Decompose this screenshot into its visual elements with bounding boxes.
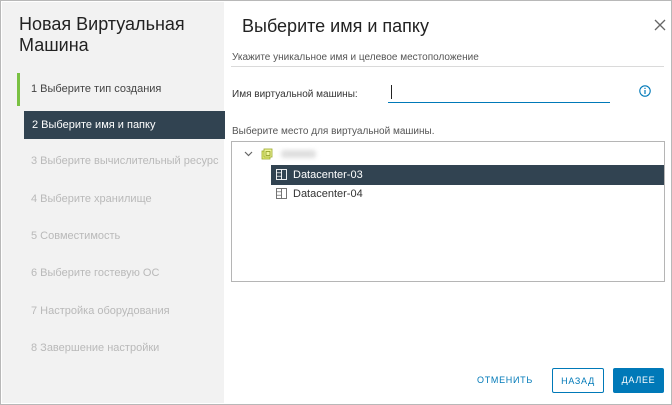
wizard-step-6: 6 Выберите гостевую ОС — [17, 257, 225, 290]
wizard-step-3: 3 Выберите вычислительный ресурс — [17, 145, 225, 178]
step-complete-marker — [17, 73, 20, 106]
text-cursor — [391, 85, 392, 99]
page-subtitle: Укажите уникальное имя и целевое местопо… — [232, 52, 479, 63]
wizard-sidebar: Новая Виртуальная Машина 1 Выберите тип … — [2, 2, 225, 403]
divider — [231, 66, 664, 67]
new-vm-dialog: Новая Виртуальная Машина 1 Выберите тип … — [0, 0, 672, 405]
wizard-title: Новая Виртуальная Машина — [19, 14, 185, 55]
wizard-step-1[interactable]: 1 Выберите тип создания — [17, 73, 225, 106]
next-button[interactable]: ДАЛЕЕ — [613, 368, 664, 393]
wizard-step-2[interactable]: 2 Выберите имя и папку — [24, 111, 225, 139]
close-icon[interactable] — [654, 19, 666, 31]
location-label: Выберите место для виртуальной машины. — [232, 126, 435, 137]
tree-node-label: Datacenter-03 — [293, 169, 363, 181]
wizard-step-label: 2 Выберите имя и папку — [32, 119, 156, 131]
wizard-step-label: 5 Совместимость — [31, 230, 121, 242]
wizard-main: Выберите имя и папку Укажите уникальное … — [224, 2, 671, 403]
wizard-step-4: 4 Выберите хранилище — [17, 183, 225, 216]
wizard-step-label: 3 Выберите вычислительный ресурс — [31, 155, 219, 167]
wizard-step-label: 7 Настройка оборудования — [31, 305, 170, 317]
wizard-step-5: 5 Совместимость — [17, 220, 225, 253]
tree-node-datacenter-03[interactable]: Datacenter-03 — [271, 165, 664, 185]
vm-name-input[interactable] — [388, 82, 610, 103]
datacenter-icon — [276, 188, 287, 199]
wizard-step-label: 1 Выберите тип создания — [31, 83, 162, 95]
tree-node-datacenter-04[interactable]: Datacenter-04 — [271, 184, 664, 204]
page-title: Выберите имя и папку — [242, 16, 429, 36]
vm-name-label: Имя виртуальной машины: — [232, 89, 358, 100]
wizard-step-label: 4 Выберите хранилище — [31, 193, 152, 205]
cancel-button[interactable]: ОТМЕНИТЬ — [470, 368, 540, 393]
wizard-step-label: 8 Завершение настройки — [31, 342, 160, 354]
chevron-down-icon[interactable] — [244, 151, 253, 157]
info-icon[interactable] — [639, 85, 651, 97]
wizard-step-7: 7 Настройка оборудования — [17, 295, 225, 328]
redacted-vcenter-name — [281, 150, 316, 158]
back-button[interactable]: НАЗАД — [552, 368, 604, 393]
wizard-step-8: 8 Завершение настройки — [17, 332, 225, 365]
datacenter-icon — [276, 169, 287, 180]
tree-node-label: Datacenter-04 — [293, 188, 363, 200]
location-tree: Datacenter-03 Datacenter-04 — [231, 141, 665, 282]
vcenter-folder-icon — [261, 148, 273, 160]
wizard-step-label: 6 Выберите гостевую ОС — [31, 267, 160, 279]
